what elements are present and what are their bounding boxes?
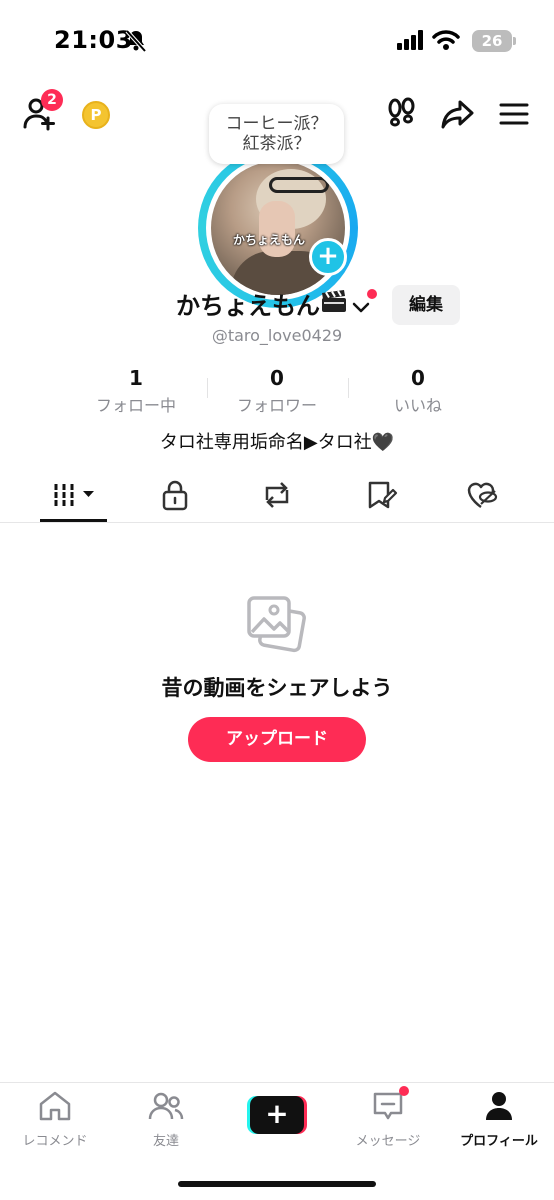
home-icon [39, 1091, 71, 1121]
display-name: かちょえもん [176, 292, 320, 320]
note-line-1: コーヒー派？ [225, 114, 328, 134]
followers-label: フォロワー [236, 396, 317, 415]
photos-icon [246, 594, 308, 660]
stat-following[interactable]: 1 フォロー中 [66, 366, 206, 416]
status-time: 21:03 [54, 26, 133, 54]
cellular-signal-icon [397, 30, 425, 54]
add-story-button[interactable]: + [309, 238, 347, 276]
stat-followers[interactable]: 0 フォロワー [207, 366, 347, 416]
note-bubble[interactable]: コーヒー派？ 紅茶派？ [209, 104, 344, 164]
message-notification-dot [399, 1086, 409, 1096]
empty-state-title: 昔の動画をシェアしよう [161, 676, 393, 700]
following-count: 1 [129, 366, 143, 390]
create-button[interactable]: + [247, 1096, 307, 1134]
wifi-icon [432, 29, 460, 55]
avatar-hand [259, 201, 295, 257]
nav-label: プロフィール [460, 1134, 538, 1149]
tabs-divider [0, 522, 554, 523]
friends-icon [148, 1092, 184, 1120]
avatar-glasses [269, 177, 329, 193]
followers-count: 0 [270, 366, 284, 390]
tab-videos[interactable] [52, 478, 98, 512]
stat-likes[interactable]: 0 いいね [348, 366, 488, 416]
menu-icon[interactable] [499, 102, 529, 130]
likes-count: 0 [411, 366, 425, 390]
home-indicator [178, 1181, 376, 1187]
edit-profile-button[interactable]: 編集 [392, 285, 460, 325]
chevron-down-icon[interactable] [352, 299, 370, 318]
avatar-overlay-text: かちょえもん [233, 233, 306, 247]
clapperboard-icon [321, 289, 347, 313]
nav-label: レコメンド [22, 1134, 88, 1149]
friend-request-badge: 2 [41, 89, 63, 111]
notification-dot [367, 289, 377, 299]
profile-bio: タロ社専用垢命名▶タロ社🖤 [159, 432, 395, 453]
status-bar: 21:03 26 [0, 0, 554, 80]
share-icon[interactable] [441, 99, 475, 133]
create-plus-icon: + [250, 1096, 304, 1134]
nav-profile[interactable]: プロフィール [444, 1090, 554, 1149]
bell-muted-icon [125, 29, 147, 57]
upload-button[interactable]: アップロード [188, 717, 366, 762]
note-line-2: 紅茶派？ [242, 134, 311, 154]
bottom-nav-divider [0, 1082, 554, 1083]
nav-label: メッセージ [355, 1134, 421, 1149]
likes-label: いいね [393, 396, 442, 415]
battery-indicator: 26 [472, 30, 512, 52]
tab-liked[interactable] [466, 478, 498, 512]
nav-recommend[interactable]: レコメンド [0, 1090, 110, 1149]
coin-icon[interactable]: P [82, 101, 110, 129]
nav-messages[interactable]: メッセージ [333, 1090, 443, 1149]
tab-favorites[interactable] [366, 478, 398, 512]
tab-private[interactable] [161, 478, 189, 512]
battery-cap [513, 37, 516, 45]
nav-label: 友達 [152, 1134, 179, 1149]
tab-reposts[interactable] [261, 478, 293, 512]
username-handle: @taro_love0429 [211, 326, 343, 345]
following-label: フォロー中 [95, 396, 176, 415]
footprint-icon[interactable] [386, 97, 418, 133]
nav-friends[interactable]: 友達 [111, 1090, 221, 1149]
profile-icon [486, 1092, 512, 1120]
